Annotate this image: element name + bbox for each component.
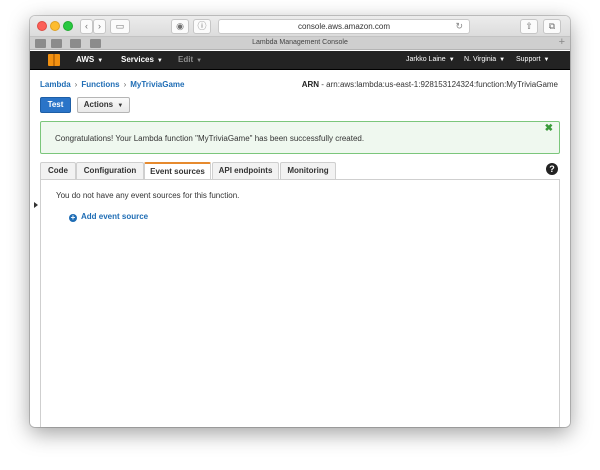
- reload-icon[interactable]: ↻: [455, 20, 463, 33]
- privacy-icon: ◉: [176, 21, 184, 31]
- back-button[interactable]: ‹: [80, 19, 93, 34]
- user-menu[interactable]: Jarkko Laine ▼: [406, 56, 455, 63]
- edit-menu[interactable]: Edit ▼: [178, 55, 202, 64]
- zoom-window-button[interactable]: [63, 21, 73, 31]
- url-text: console.aws.amazon.com: [297, 22, 391, 31]
- help-icon[interactable]: ?: [546, 163, 558, 175]
- tab-configuration[interactable]: Configuration: [76, 162, 144, 179]
- tabs-icon: ⧉: [548, 21, 556, 31]
- share-icon: ⇧: [525, 21, 533, 31]
- privacy-button[interactable]: ◉: [171, 19, 189, 34]
- sidebar-toggle-button[interactable]: ▭: [110, 19, 130, 34]
- arn-label: ARN: [301, 80, 320, 89]
- aws-menu[interactable]: AWS ▼: [76, 55, 103, 64]
- breadcrumb: Lambda › Functions › MyTriviaGame: [40, 80, 184, 89]
- tab-bar: Lambda Management Console +: [30, 36, 570, 50]
- minimize-window-button[interactable]: [50, 21, 60, 31]
- tab-monitoring[interactable]: Monitoring: [280, 162, 336, 179]
- caret-down-icon: ▼: [196, 58, 203, 64]
- chevron-left-icon: ‹: [85, 21, 88, 31]
- caret-down-icon: ▼: [97, 58, 104, 64]
- close-icon[interactable]: ✖: [545, 123, 553, 134]
- sidebar-icon: ▭: [115, 21, 125, 31]
- info-button[interactable]: ⓘ: [193, 19, 211, 34]
- expand-arrow-icon[interactable]: [34, 202, 38, 208]
- forward-button[interactable]: ›: [93, 19, 106, 34]
- breadcrumb-separator: ›: [123, 80, 127, 89]
- caret-down-icon: ▼: [117, 103, 124, 109]
- event-sources-panel: You do not have any event sources for th…: [40, 179, 560, 427]
- success-alert: Congratulations! Your Lambda function "M…: [40, 121, 560, 154]
- breadcrumb-lambda[interactable]: Lambda: [40, 80, 71, 89]
- breadcrumb-separator: ›: [74, 80, 78, 89]
- page-content: Lambda › Functions › MyTriviaGame ARN - arn:…: [30, 71, 570, 427]
- function-arn: ARN - arn:aws:lambda:us-east-1:928153124…: [302, 80, 558, 89]
- caret-down-icon: ▼: [156, 58, 163, 64]
- chevron-right-icon: ›: [98, 21, 101, 31]
- add-event-source-link[interactable]: + Add event source: [69, 212, 148, 222]
- aws-cube-icon[interactable]: [48, 54, 60, 66]
- close-window-button[interactable]: [37, 21, 47, 31]
- new-tab-icon[interactable]: +: [559, 36, 565, 48]
- support-menu[interactable]: Support ▼: [516, 56, 549, 63]
- alert-message: Congratulations! Your Lambda function "M…: [55, 134, 365, 143]
- actions-dropdown-button[interactable]: Actions ▼: [77, 97, 130, 113]
- caret-down-icon: ▼: [499, 57, 506, 63]
- browser-toolbar: ‹ › ▭ ◉ ⓘ console.aws.amazon.com ↻ ⇧ ⧉: [30, 16, 570, 37]
- region-menu[interactable]: N. Virginia ▼: [464, 56, 505, 63]
- mail-icon[interactable]: [70, 39, 81, 48]
- browser-tab-title[interactable]: Lambda Management Console: [150, 37, 450, 49]
- arn-value: - arn:aws:lambda:us-east-1:928153124324:…: [319, 80, 558, 89]
- browser-window: ‹ › ▭ ◉ ⓘ console.aws.amazon.com ↻ ⇧ ⧉ L…: [30, 16, 570, 427]
- favorite-icon[interactable]: [35, 39, 46, 48]
- empty-state-message: You do not have any event sources for th…: [56, 191, 240, 200]
- caret-down-icon: ▼: [543, 57, 550, 63]
- address-bar[interactable]: console.aws.amazon.com ↻: [218, 19, 470, 34]
- test-button[interactable]: Test: [40, 97, 71, 113]
- breadcrumb-current-function[interactable]: MyTriviaGame: [130, 80, 184, 89]
- tab-event-sources[interactable]: Event sources: [144, 162, 211, 180]
- aws-navbar: AWS ▼ Services ▼ Edit ▼ Jarkko Laine ▼ N. Vi…: [30, 51, 570, 70]
- share-button[interactable]: ⇧: [520, 19, 538, 34]
- caret-down-icon: ▼: [448, 57, 455, 63]
- favorite-icon[interactable]: [90, 39, 101, 48]
- info-icon: ⓘ: [197, 21, 207, 31]
- services-menu[interactable]: Services ▼: [121, 55, 163, 64]
- breadcrumb-functions[interactable]: Functions: [81, 80, 119, 89]
- plus-circle-icon: +: [69, 213, 77, 222]
- favorite-icon[interactable]: [51, 39, 62, 48]
- tab-overview-button[interactable]: ⧉: [543, 19, 561, 34]
- tab-code[interactable]: Code: [40, 162, 76, 179]
- tab-api-endpoints[interactable]: API endpoints: [212, 162, 279, 179]
